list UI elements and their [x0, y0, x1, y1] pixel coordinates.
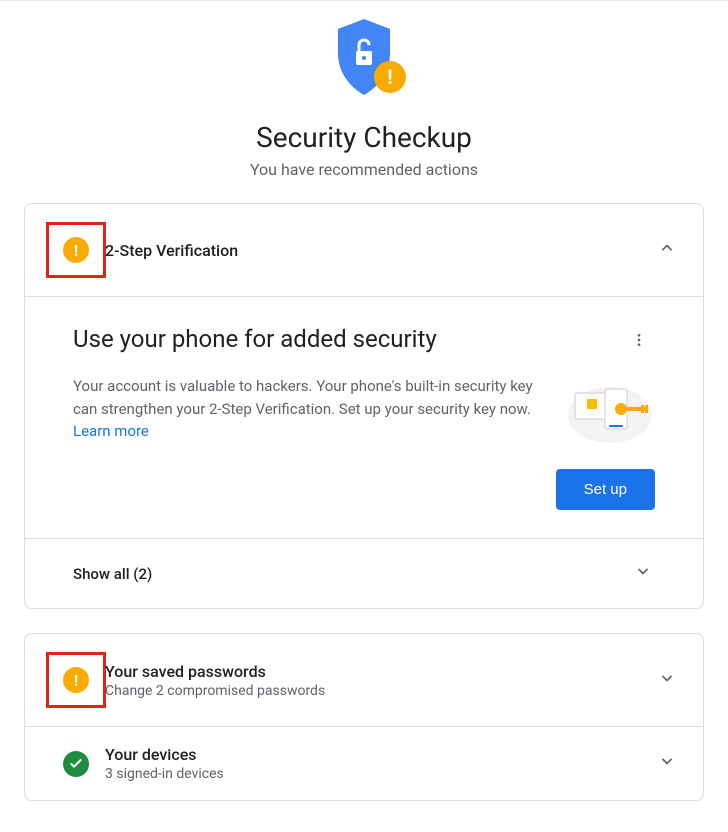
setup-button[interactable]: Set up	[556, 469, 655, 510]
devices-row[interactable]: Your devices 3 signed-in devices	[25, 726, 703, 800]
kebab-icon	[631, 332, 647, 348]
other-sections-card: ! Your saved passwords Change 2 compromi…	[24, 633, 704, 801]
body-title: Use your phone for added security	[73, 325, 623, 353]
chevron-down-icon	[655, 751, 679, 776]
highlight-box: !	[46, 652, 106, 708]
chevron-up-icon	[655, 238, 679, 263]
devices-title: Your devices	[105, 745, 655, 764]
chevron-down-icon	[655, 668, 679, 693]
body-paragraph: Your account is valuable to hackers. You…	[73, 375, 541, 445]
page-subtitle: You have recommended actions	[0, 160, 728, 179]
highlight-box: !	[46, 222, 106, 278]
twostep-body: Use your phone for added security Your a…	[25, 296, 703, 538]
show-all-label: Show all (2)	[73, 565, 631, 583]
twostep-header-row[interactable]: ! 2-Step Verification	[25, 204, 703, 296]
warning-icon: !	[63, 237, 89, 263]
page-title: Security Checkup	[0, 121, 728, 154]
shield-illustration: !	[332, 17, 396, 101]
warning-icon: !	[63, 667, 89, 693]
twostep-title: 2-Step Verification	[105, 241, 655, 260]
learn-more-link[interactable]: Learn more	[73, 422, 149, 440]
chevron-down-icon	[631, 561, 655, 586]
twostep-card: ! 2-Step Verification Use your phone for…	[24, 203, 704, 609]
phone-key-illustration	[565, 375, 655, 445]
passwords-title: Your saved passwords	[105, 662, 655, 681]
show-all-row[interactable]: Show all (2)	[25, 538, 703, 608]
passwords-row[interactable]: ! Your saved passwords Change 2 compromi…	[25, 634, 703, 726]
check-icon	[63, 751, 89, 777]
alert-badge-icon: !	[374, 61, 406, 93]
page-header: ! Security Checkup You have recommended …	[0, 0, 728, 203]
passwords-sub: Change 2 compromised passwords	[105, 683, 655, 699]
devices-sub: 3 signed-in devices	[105, 766, 655, 782]
more-options-button[interactable]	[623, 325, 655, 357]
